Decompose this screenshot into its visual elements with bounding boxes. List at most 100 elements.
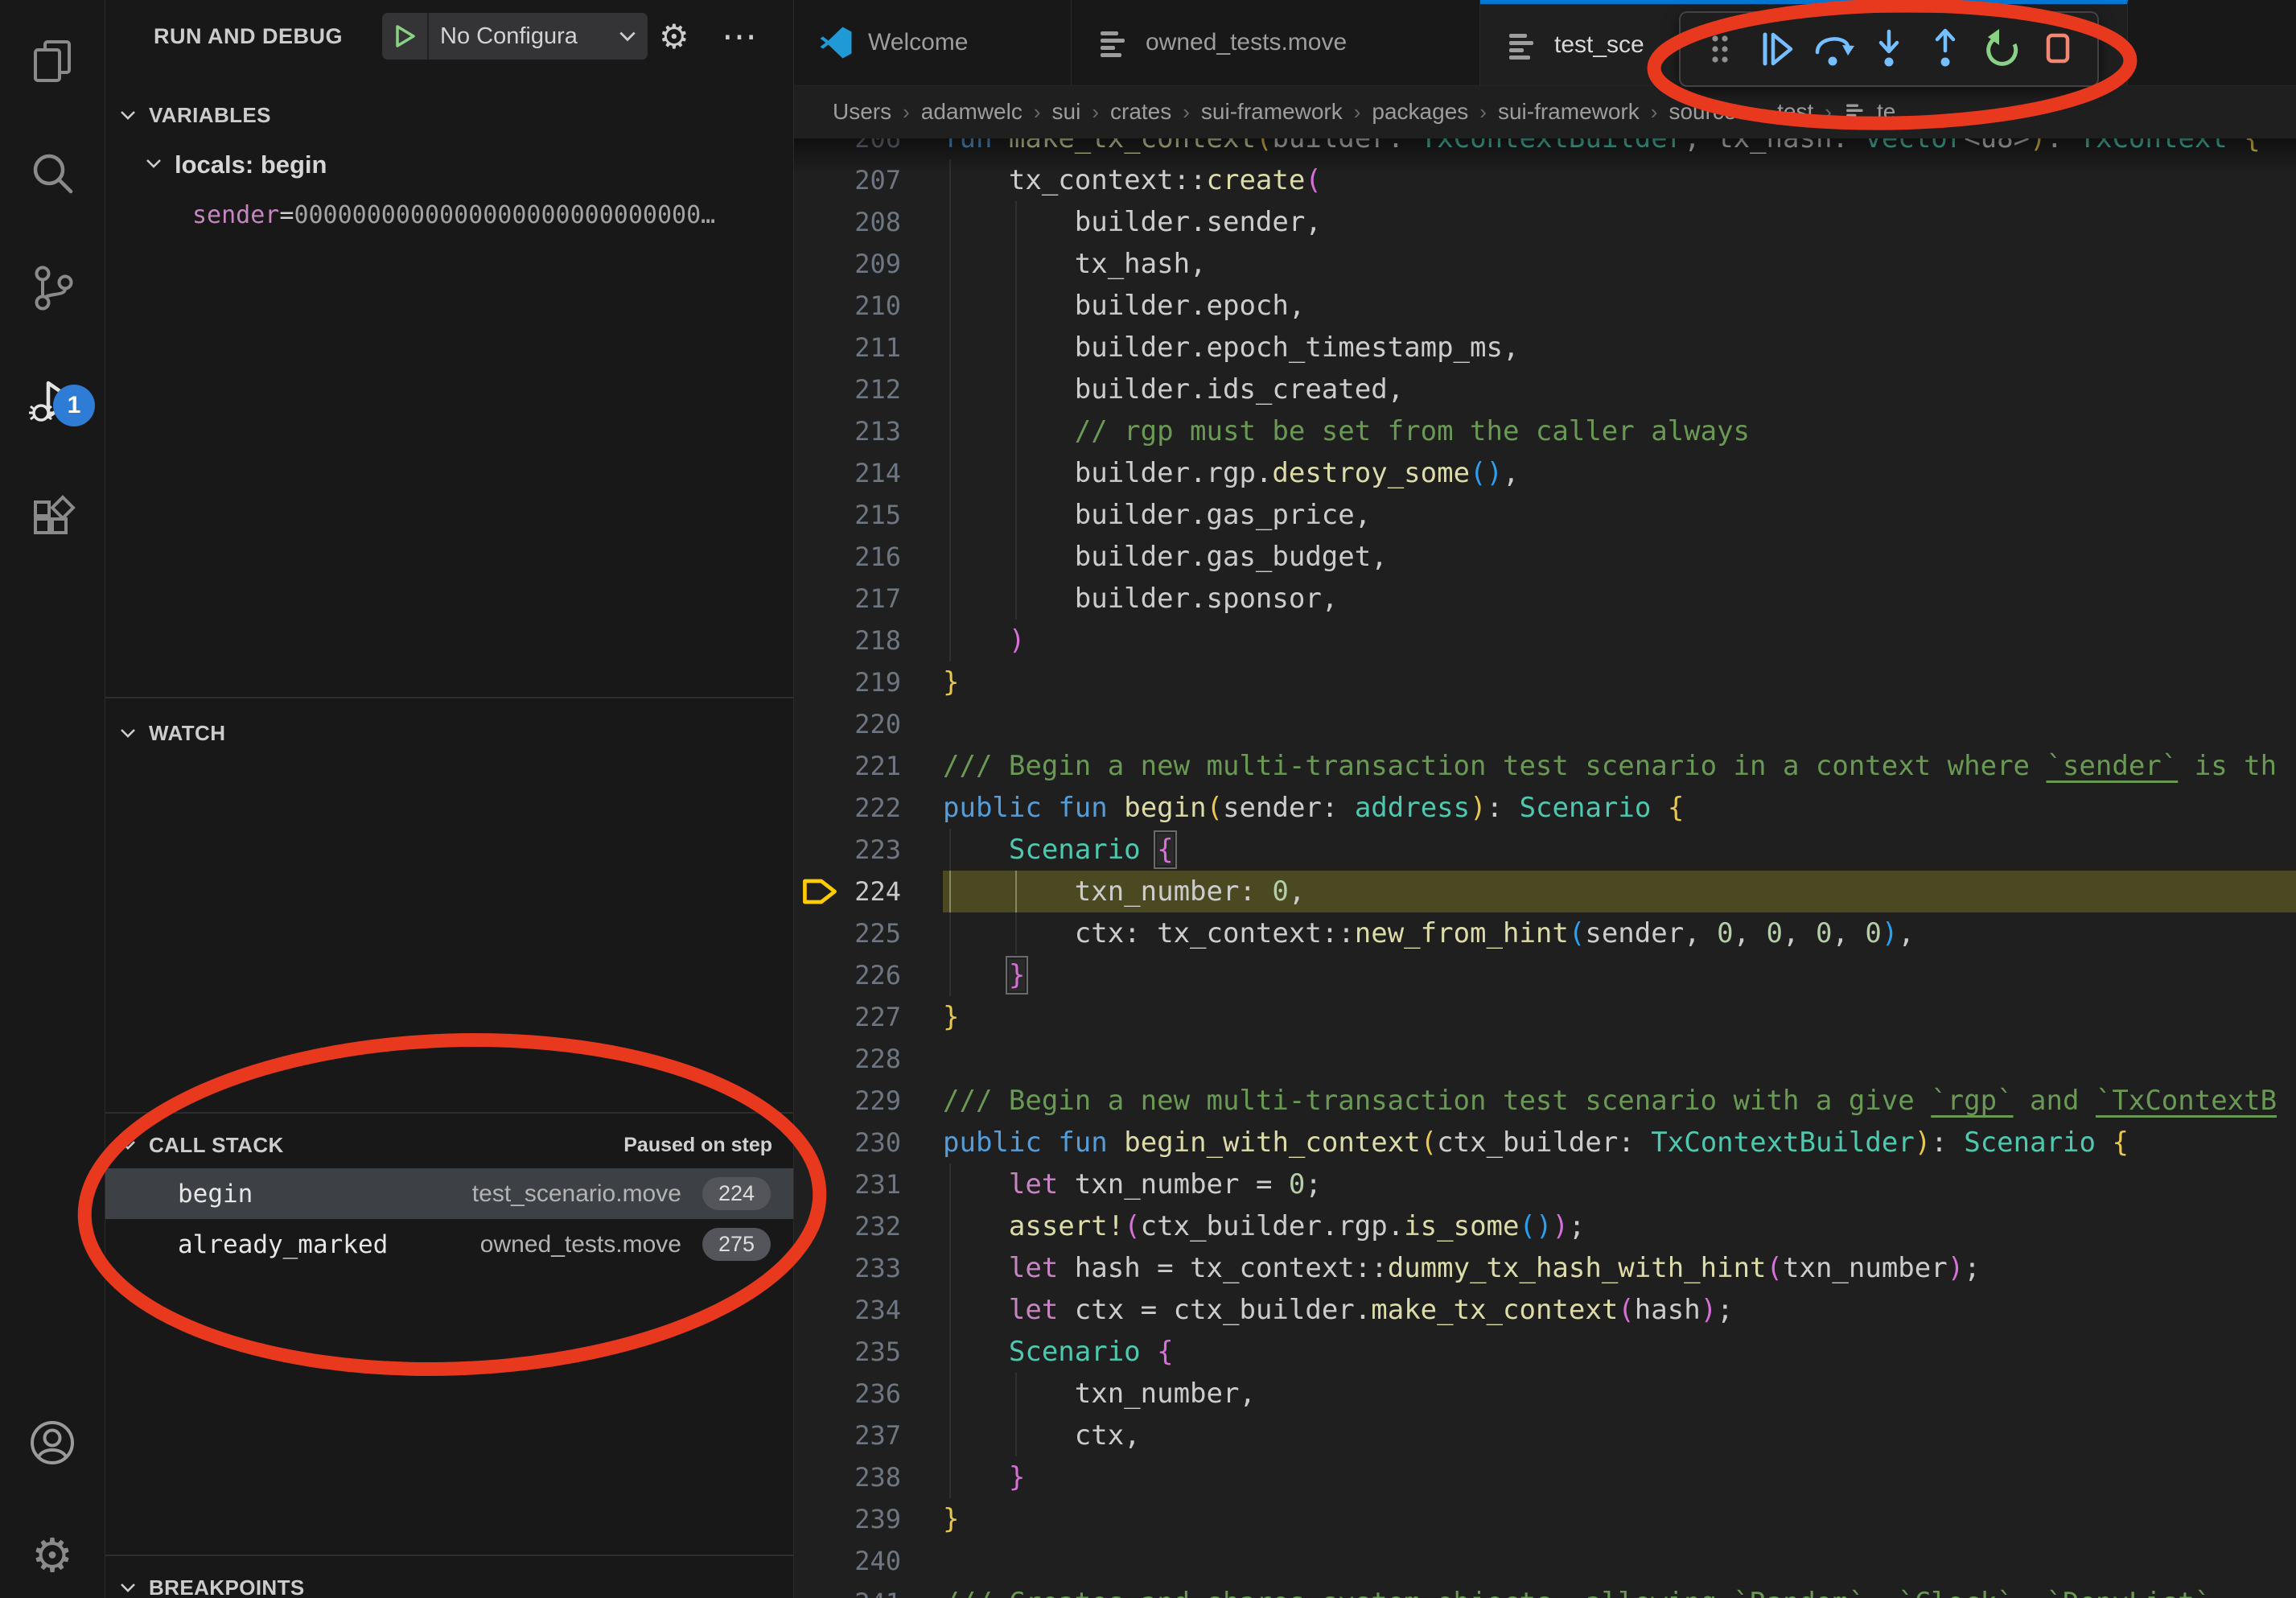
code-line-content[interactable] [943, 703, 2296, 745]
code-line[interactable]: 230public fun begin_with_context(ctx_bui… [794, 1122, 2296, 1163]
extensions-icon[interactable] [0, 473, 105, 562]
code-line[interactable]: 235 Scenario { [794, 1331, 2296, 1373]
code-line-content[interactable]: // rgp must be set from the caller alway… [943, 410, 2296, 452]
gutter[interactable]: 208 [794, 201, 943, 243]
code-line-content[interactable]: } [943, 661, 2296, 703]
line-number[interactable]: 220 [794, 703, 901, 745]
code-line[interactable]: 236 txn_number, [794, 1373, 2296, 1415]
line-number[interactable]: 235 [794, 1331, 901, 1373]
line-number[interactable]: 215 [794, 494, 901, 536]
breadcrumb-item[interactable]: sui-framework [1201, 99, 1343, 125]
line-number[interactable]: 239 [794, 1498, 901, 1540]
code-line[interactable]: 225 ctx: tx_context::new_from_hint(sende… [794, 912, 2296, 954]
code-line[interactable]: 227} [794, 996, 2296, 1038]
gutter[interactable]: 214 [794, 452, 943, 494]
debug-settings-gear-icon[interactable]: ⚙ [659, 0, 689, 72]
code-line[interactable]: 209 tx_hash, [794, 243, 2296, 285]
gutter[interactable]: 240 [794, 1540, 943, 1582]
gutter[interactable]: 222 [794, 787, 943, 829]
code-line-content[interactable]: Scenario { [943, 1331, 2296, 1373]
gutter[interactable]: 233 [794, 1247, 943, 1289]
code-line[interactable]: 229/// Begin a new multi-transaction tes… [794, 1080, 2296, 1122]
search-icon[interactable] [0, 129, 105, 217]
code-line-content[interactable]: Scenario { [943, 829, 2296, 871]
settings-gear-icon[interactable]: ⚙ [0, 1511, 105, 1598]
watch-section-header[interactable]: WATCH [105, 708, 793, 758]
code-line[interactable]: 237 ctx, [794, 1415, 2296, 1456]
code-line-content[interactable]: } [943, 954, 2296, 996]
code-line[interactable]: 238 } [794, 1456, 2296, 1498]
code-line-content[interactable]: /// Creates and shares system objects, a… [943, 1582, 2296, 1598]
code-line-content[interactable]: builder.epoch, [943, 285, 2296, 327]
line-number[interactable]: 234 [794, 1289, 901, 1331]
gutter[interactable]: 239 [794, 1498, 943, 1540]
line-number[interactable]: 210 [794, 285, 901, 327]
call-stack-section-header[interactable]: CALL STACK Paused on step [105, 1120, 793, 1170]
gutter[interactable]: 227 [794, 996, 943, 1038]
breadcrumb-item[interactable]: test [1777, 99, 1813, 125]
line-number[interactable]: 211 [794, 327, 901, 369]
code-line[interactable]: 207 tx_context::create( [794, 159, 2296, 201]
gutter[interactable]: 210 [794, 285, 943, 327]
line-number[interactable]: 216 [794, 536, 901, 578]
line-number[interactable]: 226 [794, 954, 901, 996]
code-line[interactable]: 226 } [794, 954, 2296, 996]
tab-owned-tests-move[interactable]: owned_tests.move [1072, 0, 1480, 85]
breakpoints-section-header[interactable]: BREAKPOINTS [105, 1563, 793, 1598]
step-into-button[interactable] [1861, 21, 1917, 77]
gutter[interactable]: 238 [794, 1456, 943, 1498]
gutter[interactable]: 223 [794, 829, 943, 871]
code-line[interactable]: 219} [794, 661, 2296, 703]
line-number[interactable]: 228 [794, 1038, 901, 1080]
gutter[interactable]: 219 [794, 661, 943, 703]
line-number[interactable]: 232 [794, 1205, 901, 1247]
gutter[interactable]: 224 [794, 871, 943, 912]
code-line-content[interactable]: ctx: tx_context::new_from_hint(sender, 0… [943, 912, 2296, 954]
continue-button[interactable] [1748, 21, 1804, 77]
code-line-content[interactable]: let ctx = ctx_builder.make_tx_context(ha… [943, 1289, 2296, 1331]
line-number[interactable]: 236 [794, 1373, 901, 1415]
code-line-content[interactable]: builder.sender, [943, 201, 2296, 243]
code-line[interactable]: 222public fun begin(sender: address): Sc… [794, 787, 2296, 829]
code-line-content[interactable]: builder.gas_price, [943, 494, 2296, 536]
restart-button[interactable] [1973, 21, 2030, 77]
gutter[interactable]: 237 [794, 1415, 943, 1456]
code-line-content[interactable]: txn_number, [943, 1373, 2296, 1415]
line-number[interactable]: 229 [794, 1080, 901, 1122]
code-line[interactable]: 217 builder.sponsor, [794, 578, 2296, 620]
code-line[interactable]: 214 builder.rgp.destroy_some(), [794, 452, 2296, 494]
code-line[interactable]: 234 let ctx = ctx_builder.make_tx_contex… [794, 1289, 2296, 1331]
start-debug-play-icon[interactable] [382, 13, 429, 60]
code-line[interactable]: 216 builder.gas_budget, [794, 536, 2296, 578]
step-over-button[interactable] [1804, 21, 1861, 77]
gutter[interactable]: 234 [794, 1289, 943, 1331]
breadcrumb-item[interactable]: sources [1669, 99, 1747, 125]
line-number[interactable]: 218 [794, 620, 901, 661]
line-number[interactable]: 213 [794, 410, 901, 452]
files-icon[interactable] [0, 16, 105, 105]
chevron-down-icon[interactable] [615, 26, 648, 47]
gutter[interactable]: 212 [794, 369, 943, 410]
run-and-debug-icon[interactable]: 1 [0, 357, 105, 446]
gutter[interactable]: 241 [794, 1582, 943, 1598]
start-debug-control[interactable]: No Configura [382, 13, 648, 60]
code-line-content[interactable]: builder.rgp.destroy_some(), [943, 452, 2296, 494]
code-line-content[interactable]: builder.ids_created, [943, 369, 2296, 410]
line-number[interactable]: 238 [794, 1456, 901, 1498]
tab-welcome[interactable]: Welcome [794, 0, 1072, 85]
gutter[interactable]: 232 [794, 1205, 943, 1247]
line-number[interactable]: 223 [794, 829, 901, 871]
code-line[interactable]: 233 let hash = tx_context::dummy_tx_hash… [794, 1247, 2296, 1289]
code-line[interactable]: 220 [794, 703, 2296, 745]
gutter[interactable]: 230 [794, 1122, 943, 1163]
breadcrumb-item[interactable]: adamwelc [921, 99, 1023, 125]
gutter[interactable]: 235 [794, 1331, 943, 1373]
code-line-content[interactable]: builder.epoch_timestamp_ms, [943, 327, 2296, 369]
call-stack-frame[interactable]: already_markedowned_tests.move275 [105, 1219, 793, 1270]
variable-row[interactable]: sender = 0000000000000000000000000000… [105, 190, 880, 240]
code-line[interactable]: 224 txn_number: 0, [794, 871, 2296, 912]
line-number[interactable]: 233 [794, 1247, 901, 1289]
debug-config-label[interactable]: No Configura [429, 23, 615, 50]
code-line-content[interactable]: } [943, 1498, 2296, 1540]
code-line[interactable]: 210 builder.epoch, [794, 285, 2296, 327]
